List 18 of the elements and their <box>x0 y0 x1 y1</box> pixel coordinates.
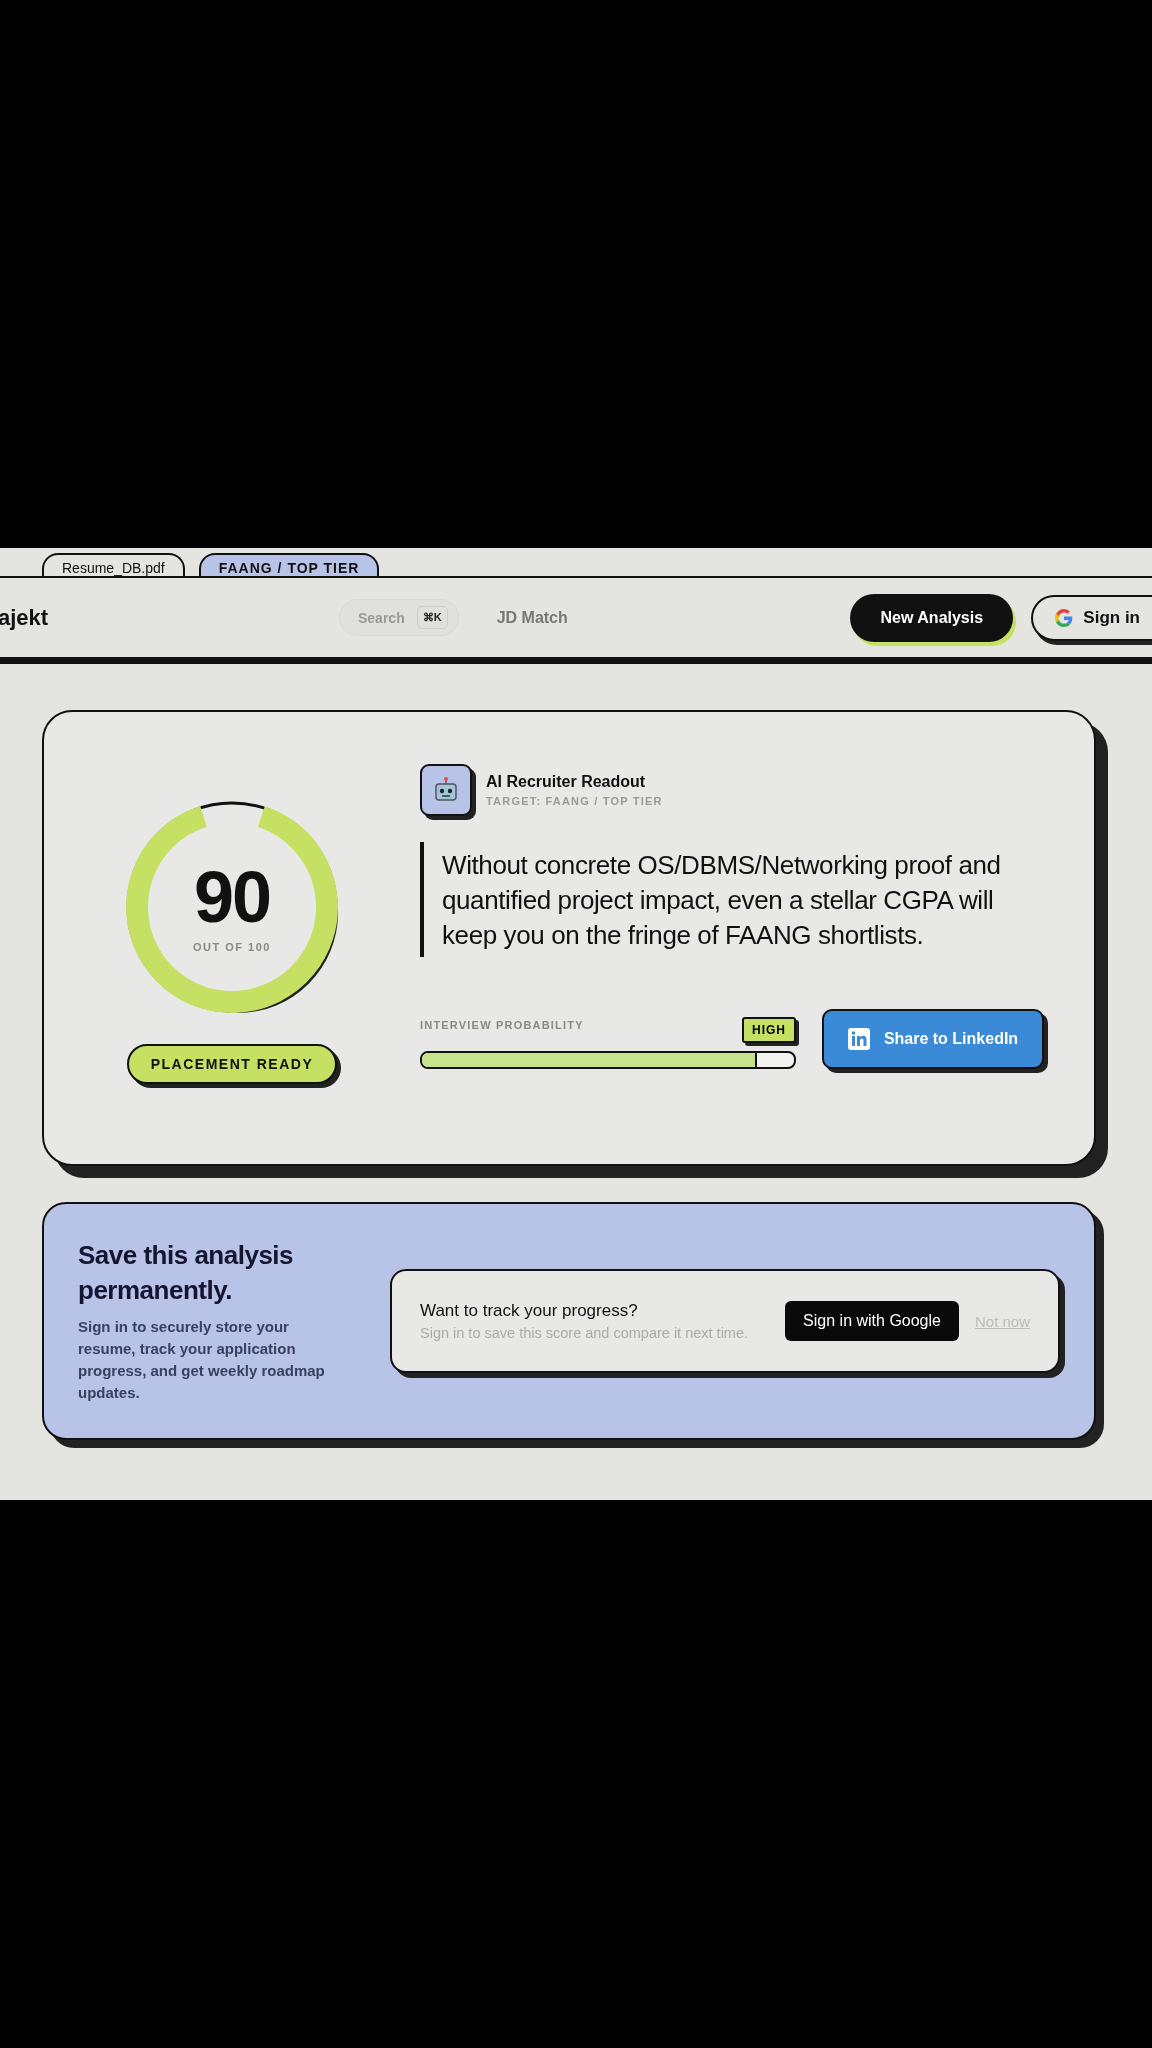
linkedin-icon <box>847 1028 870 1050</box>
prompt-title: Want to track your progress? <box>420 1301 639 1321</box>
search-field[interactable]: Search ⌘K <box>339 599 459 636</box>
google-logo-icon <box>1055 608 1074 627</box>
readout-target: TARGET: FAANG / TOP TIER <box>486 795 663 807</box>
nav-link[interactable]: JD Match <box>496 608 568 627</box>
readout-quote: Without concrete OS/DBMS/Networking proof and quantified project impact, even a stellar CGPA will keep you on the fringe of FAANG shortlists. <box>420 842 1042 957</box>
score-caption: OUT OF 100 <box>193 941 271 953</box>
score-value: 90 <box>193 861 271 933</box>
save-title: Save this analysis permanently. <box>78 1239 295 1307</box>
prompt-text: Sign in to save this score and compare it next time. <box>420 1325 750 1341</box>
probability-badge: HIGH <box>742 1017 796 1043</box>
readout-title: AI Recruiter Readout <box>486 773 647 791</box>
file-tab[interactable]: FAANG / TOP TIER <box>198 553 380 576</box>
save-description: Sign in to securely store your resume, track your application progress, and get weekly roadmap updates. <box>78 1317 326 1403</box>
google-signin-button[interactable]: Sign in with Google <box>785 1301 959 1341</box>
probability-label: INTERVIEW PROBABILITY <box>420 1019 584 1033</box>
shortcut-key: ⌘K <box>416 606 448 629</box>
